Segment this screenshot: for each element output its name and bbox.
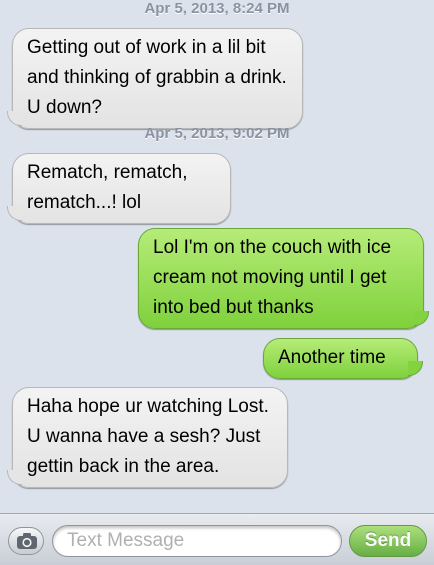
message-bubble-incoming[interactable]: Haha hope ur watching Lost. U wanna have… xyxy=(7,387,288,488)
message-bubble-outgoing[interactable]: Lol I'm on the couch with ice cream not … xyxy=(138,228,429,329)
camera-button[interactable] xyxy=(8,527,44,555)
message-bubble-incoming[interactable]: Getting out of work in a lil bit and thi… xyxy=(7,28,303,129)
message-bubble-outgoing[interactable]: Another time xyxy=(263,338,423,379)
message-thread[interactable]: Apr 5, 2013, 8:24 PM Getting out of work… xyxy=(0,0,434,513)
message-input-bar: Send xyxy=(0,513,434,565)
timestamp: Apr 5, 2013, 9:02 PM xyxy=(144,125,290,142)
send-button[interactable]: Send xyxy=(349,525,427,557)
timestamp: Apr 5, 2013, 8:24 PM xyxy=(144,0,290,17)
camera-icon xyxy=(17,533,37,549)
text-message-input[interactable] xyxy=(52,525,342,557)
message-bubble-incoming[interactable]: Rematch, rematch, rematch...! lol xyxy=(7,153,231,224)
